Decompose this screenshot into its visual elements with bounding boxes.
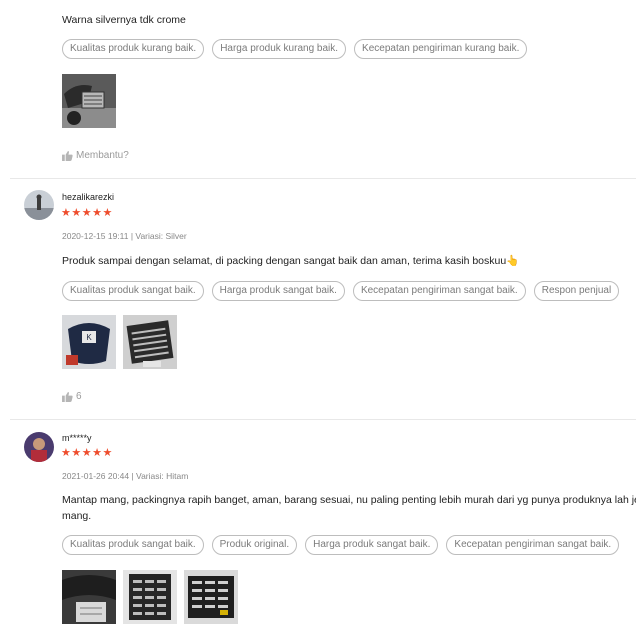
username: m*****y bbox=[62, 433, 92, 443]
review-text-line-2: mang. bbox=[62, 510, 92, 522]
review-photo[interactable] bbox=[184, 570, 238, 624]
tag-quality: Kualitas produk kurang baik. bbox=[62, 39, 205, 59]
tag-price: Harga produk kurang baik. bbox=[212, 39, 347, 59]
divider bbox=[10, 419, 636, 420]
star-rating: ★★★★★ bbox=[61, 207, 113, 219]
tag-shipping: Kecepatan pengiriman sangat baik. bbox=[352, 281, 526, 301]
helpful-count: 6 bbox=[76, 391, 82, 402]
review-tags: Kualitas produk kurang baik. Harga produk… bbox=[62, 38, 535, 59]
divider bbox=[10, 178, 636, 179]
helpful-button[interactable]: Membantu? bbox=[62, 150, 129, 161]
tag-shipping: Kecepatan pengiriman kurang baik. bbox=[354, 39, 528, 59]
review-photos bbox=[62, 74, 123, 128]
review-photos: K bbox=[62, 315, 184, 369]
tag-shipping: Kecepatan pengiriman sangat baik. bbox=[446, 535, 620, 555]
review-meta: 2021-01-26 20:44 | Variasi: Hitam bbox=[62, 471, 189, 481]
avatar[interactable] bbox=[24, 190, 54, 220]
review-tags: Kualitas produk sangat baik. Produk origi… bbox=[62, 534, 627, 555]
tag-seller-response: Respon penjual bbox=[533, 281, 620, 301]
tag-price: Harga produk sangat baik. bbox=[305, 535, 439, 555]
svg-text:K: K bbox=[86, 333, 92, 342]
review-text: Produk sampai dengan selamat, di packing… bbox=[62, 255, 520, 267]
review-photo[interactable] bbox=[123, 570, 177, 624]
tag-quality: Kualitas produk sangat baik. bbox=[62, 281, 204, 301]
tag-price: Harga produk sangat baik. bbox=[211, 281, 345, 301]
helpful-label: Membantu? bbox=[76, 150, 129, 161]
username: hezalikarezki bbox=[62, 192, 115, 202]
helpful-button[interactable]: 6 bbox=[62, 391, 82, 402]
thumbs-up-icon bbox=[62, 391, 73, 402]
review-meta: 2020-12-15 19:11 | Variasi: Silver bbox=[62, 231, 187, 241]
review-photo[interactable] bbox=[62, 74, 116, 128]
avatar[interactable] bbox=[24, 432, 54, 462]
star-rating: ★★★★★ bbox=[61, 447, 113, 459]
thumbs-up-icon bbox=[62, 150, 73, 161]
tag-quality: Kualitas produk sangat baik. bbox=[62, 535, 204, 555]
review-photo[interactable] bbox=[62, 570, 116, 624]
review-text: Warna silvernya tdk crome bbox=[62, 14, 186, 26]
tag-original: Produk original. bbox=[211, 535, 298, 555]
review-photo[interactable]: K bbox=[62, 315, 116, 369]
review-photos bbox=[62, 570, 245, 624]
review-tags: Kualitas produk sangat baik. Harga produk… bbox=[62, 280, 627, 301]
review-photo[interactable] bbox=[123, 315, 177, 369]
review-text-line-1: Mantap mang, packingnya rapih banget, am… bbox=[62, 494, 636, 506]
